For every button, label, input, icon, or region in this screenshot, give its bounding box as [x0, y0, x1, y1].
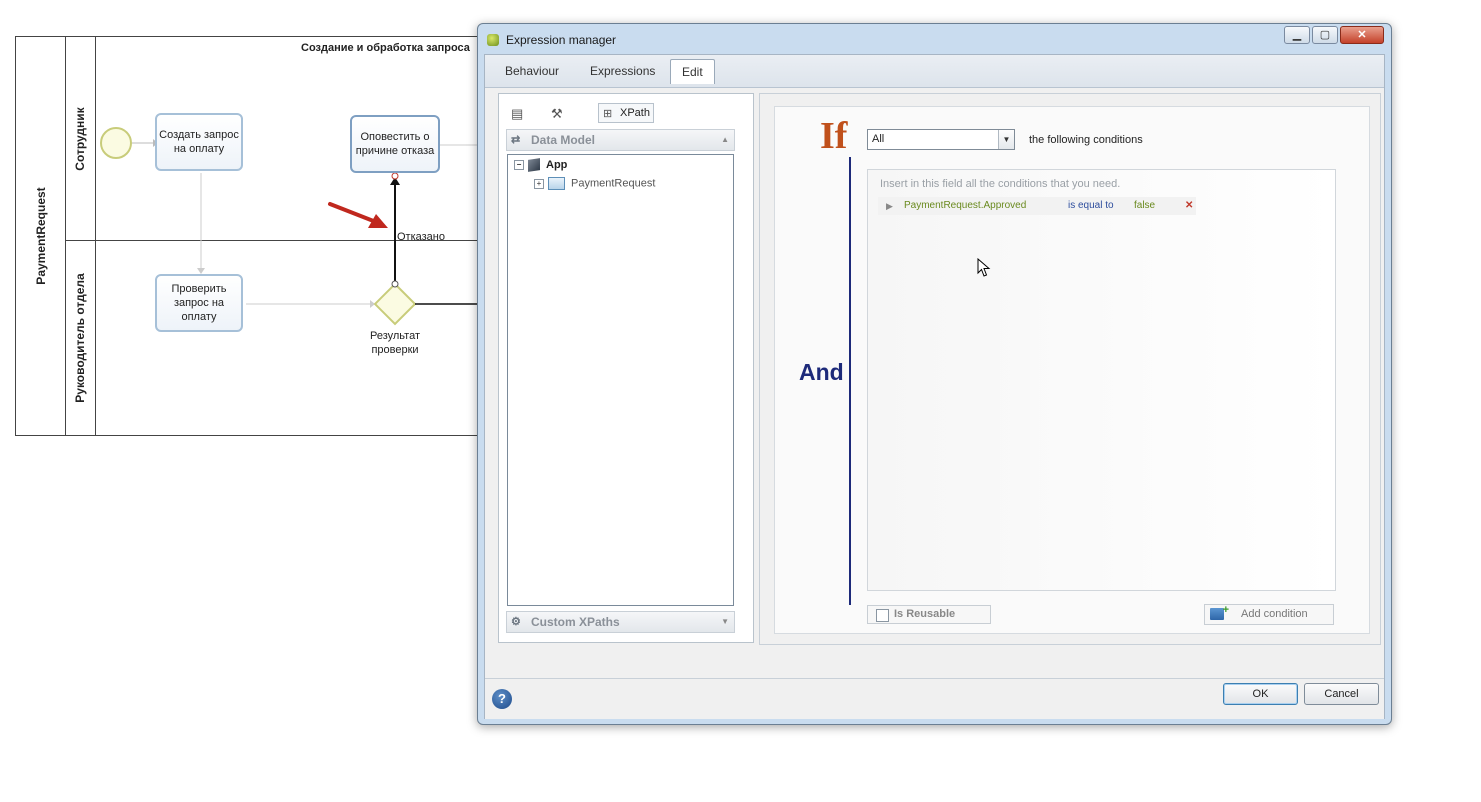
close-button[interactable]: ✕ — [1340, 26, 1384, 44]
dialog-button-bar: ? OK Cancel — [485, 678, 1384, 719]
app-icon — [487, 34, 499, 46]
tree-node-label: PaymentRequest — [571, 177, 656, 190]
annotation-arrow-icon — [328, 202, 378, 224]
condition-row[interactable]: ▶ PaymentRequest.Approved is equal to fa… — [878, 197, 1196, 215]
chevron-down-icon[interactable]: ▼ — [998, 130, 1014, 149]
delete-condition-icon[interactable]: ✕ — [1185, 197, 1193, 215]
xpath-tree-icon: ⊞ — [603, 108, 613, 120]
add-condition-button[interactable]: Add condition — [1204, 601, 1334, 625]
conditions-hint: Insert in this field all the conditions … — [880, 178, 1121, 190]
task-label: Оповестить о причине отказа — [355, 131, 435, 157]
help-button[interactable]: ? — [492, 689, 512, 709]
custom-xpaths-label: Custom XPaths — [531, 615, 620, 629]
cube-icon — [528, 158, 540, 172]
maximize-icon: ▢ — [1319, 29, 1331, 41]
quantifier-select[interactable]: All ▼ — [867, 129, 1015, 150]
conditions-drop-area[interactable]: Insert in this field all the conditions … — [867, 169, 1336, 591]
quantifier-value: All — [872, 133, 885, 145]
window-title: Expression manager — [506, 33, 617, 47]
close-icon: ✕ — [1357, 29, 1367, 41]
data-model-icon: ⇄ — [511, 134, 521, 146]
add-condition-icon — [1210, 601, 1229, 620]
tree-node-app[interactable]: − App — [514, 158, 568, 172]
is-reusable-checkbox[interactable]: Is Reusable — [867, 605, 991, 624]
expand-icon[interactable]: + — [534, 178, 544, 189]
add-condition-label: Add condition — [1241, 608, 1308, 620]
exclusive-gateway[interactable] — [373, 282, 417, 326]
minimize-icon: ▁ — [1292, 29, 1302, 41]
xpath-label: XPath — [620, 107, 650, 119]
expression-manager-dialog: Expression manager ▁ ▢ ✕ Behaviour Expre… — [477, 23, 1392, 725]
data-model-label: Data Model — [531, 133, 596, 147]
document-icon[interactable]: ▤ — [511, 106, 523, 122]
condition-editor: If And All ▼ the following conditions In… — [774, 106, 1370, 634]
expand-triangle-icon[interactable]: ▶ — [886, 197, 893, 215]
collapse-up-icon[interactable]: ▲ — [721, 130, 729, 150]
is-reusable-label: Is Reusable — [894, 608, 956, 620]
task-review-request[interactable]: Проверить запрос на оплату — [155, 274, 243, 332]
minimize-button[interactable]: ▁ — [1284, 26, 1310, 44]
maximize-button[interactable]: ▢ — [1312, 26, 1338, 44]
flow-handle-icon[interactable] — [391, 172, 399, 180]
condition-editor-pane: If And All ▼ the following conditions In… — [759, 93, 1381, 645]
tools-icon[interactable]: ⚒ — [551, 106, 563, 122]
xpath-button[interactable]: ⊞ XPath — [598, 103, 654, 123]
task-create-request[interactable]: Создать запрос на оплату — [155, 113, 243, 171]
task-notify-rejection[interactable]: Оповестить о причине отказа — [350, 115, 440, 173]
if-keyword: If — [820, 115, 848, 157]
title-bar[interactable]: Expression manager ▁ ▢ ✕ — [478, 24, 1391, 54]
flow-handle-icon[interactable] — [391, 280, 399, 288]
entity-icon — [548, 177, 565, 190]
start-event[interactable] — [100, 127, 132, 159]
ok-button[interactable]: OK — [1223, 683, 1298, 705]
tab-bar: Behaviour Expressions Edit — [485, 55, 1384, 88]
cancel-button[interactable]: Cancel — [1304, 683, 1379, 705]
tab-behaviour[interactable]: Behaviour — [505, 64, 559, 78]
flow-label-rejected: Отказано — [397, 231, 445, 243]
custom-xpaths-icon: ⚙ — [511, 616, 521, 628]
collapse-down-icon[interactable]: ▼ — [721, 612, 729, 632]
tab-expressions[interactable]: Expressions — [590, 64, 655, 78]
dialog-client-area: Behaviour Expressions Edit ▤ ⚒ ⊞ XPath ⇄… — [484, 54, 1385, 719]
tree-node-paymentrequest[interactable]: + PaymentRequest — [534, 177, 655, 190]
condition-field[interactable]: PaymentRequest.Approved — [904, 197, 1026, 215]
tree-node-label: App — [546, 159, 568, 171]
diagram-connectors — [100, 127, 480, 326]
mouse-cursor-icon — [977, 258, 991, 277]
task-label: Проверить запрос на оплату — [171, 283, 227, 323]
collapse-icon[interactable]: − — [514, 160, 524, 171]
data-source-pane: ▤ ⚒ ⊞ XPath ⇄ Data Model ▲ − App + Payment… — [498, 93, 754, 643]
data-model-tree: − App + PaymentRequest — [507, 154, 734, 606]
checkbox-icon[interactable] — [876, 609, 889, 622]
logic-bracket-line — [849, 157, 851, 605]
data-model-header[interactable]: ⇄ Data Model ▲ — [506, 129, 735, 151]
custom-xpaths-header[interactable]: ⚙ Custom XPaths ▼ — [506, 611, 735, 633]
task-label: Создать запрос на оплату — [159, 129, 239, 155]
and-keyword: And — [799, 359, 844, 385]
gateway-label: Результат проверки — [369, 330, 421, 356]
condition-value[interactable]: false — [1134, 197, 1155, 215]
following-conditions-text: the following conditions — [1029, 134, 1143, 146]
condition-operator[interactable]: is equal to — [1068, 197, 1114, 215]
tab-edit[interactable]: Edit — [670, 59, 715, 84]
